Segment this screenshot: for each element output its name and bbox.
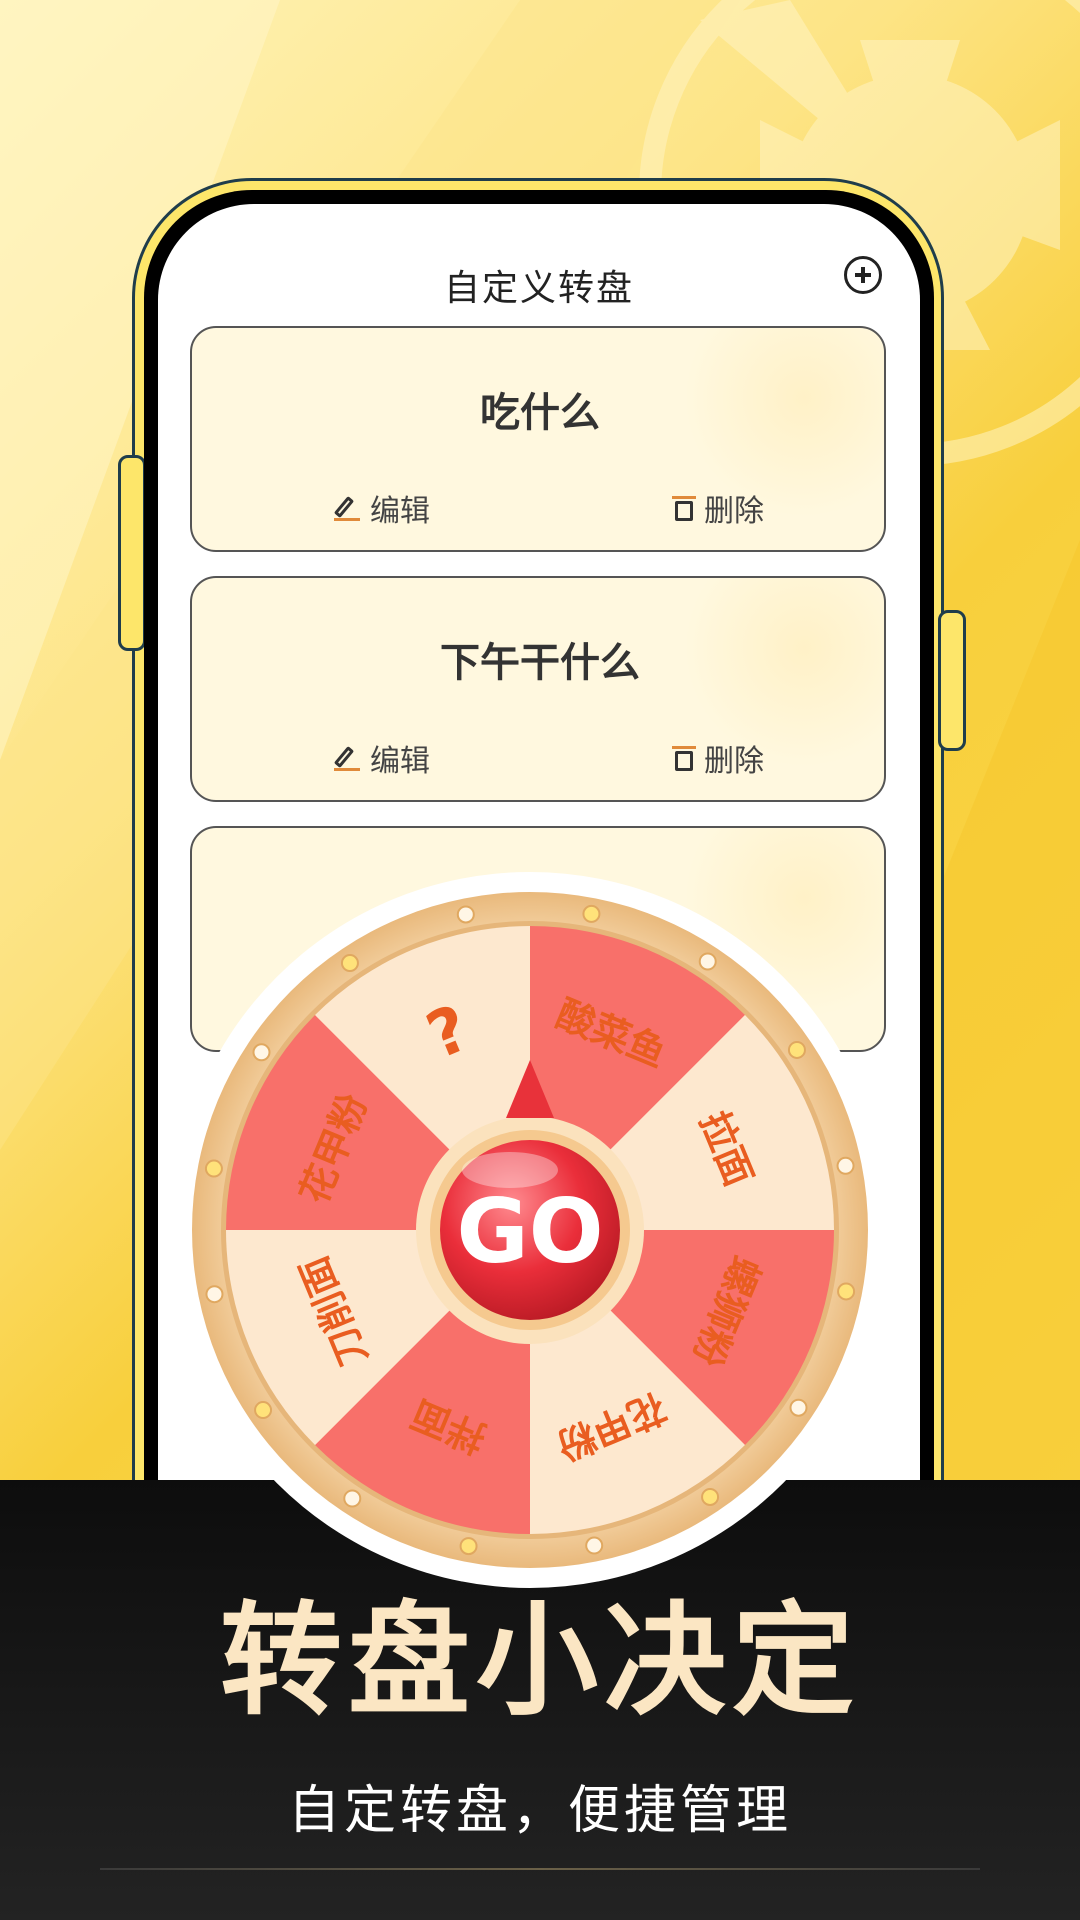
phone-side-button bbox=[118, 455, 146, 651]
card-title: 下午干什么 bbox=[440, 640, 640, 686]
wheel-light-dot bbox=[204, 1159, 223, 1178]
wheel-light-dot bbox=[459, 1537, 478, 1556]
wheel-light-dot bbox=[340, 954, 359, 973]
edit-icon bbox=[334, 744, 362, 772]
delete-label: 删除 bbox=[704, 744, 764, 779]
promo-subline: 自定转盘，便捷管理 bbox=[287, 1781, 792, 1841]
wheel-light-dot bbox=[252, 1043, 271, 1062]
wheel-light-dot bbox=[837, 1282, 856, 1301]
delete-button[interactable]: 删除 bbox=[672, 736, 764, 780]
delete-label: 删除 bbox=[704, 494, 764, 529]
edit-button[interactable]: 编辑 bbox=[334, 486, 430, 530]
spin-wheel[interactable]: 酸菜鱼拉面螺狮粉花甲粉拌面刀削面花甲粉? GO bbox=[170, 870, 890, 1590]
wheel-light-dot bbox=[836, 1156, 855, 1175]
plus-circle-icon[interactable] bbox=[844, 256, 882, 294]
edit-icon bbox=[334, 494, 362, 522]
wheel-card[interactable]: 下午干什么 编辑 删除 bbox=[190, 576, 886, 802]
wheel-light-dot bbox=[343, 1489, 362, 1508]
edit-button[interactable]: 编辑 bbox=[334, 736, 430, 780]
promo-headline: 转盘小决定 bbox=[220, 1590, 860, 1732]
wheel-light-dot bbox=[254, 1401, 273, 1420]
page-title: 自定义转盘 bbox=[443, 268, 634, 309]
wheel-light-dot bbox=[787, 1040, 806, 1059]
wheel-light-dot bbox=[205, 1285, 224, 1304]
trash-icon bbox=[672, 494, 696, 522]
wheel-light-dot bbox=[698, 952, 717, 971]
divider bbox=[100, 1868, 980, 1870]
trash-icon bbox=[672, 744, 696, 772]
edit-label: 编辑 bbox=[370, 494, 430, 529]
edit-label: 编辑 bbox=[370, 744, 430, 779]
go-label: GO bbox=[456, 1180, 603, 1283]
phone-side-button bbox=[938, 610, 966, 751]
wheel-light-dot bbox=[789, 1398, 808, 1417]
wheel-light-dot bbox=[456, 905, 475, 924]
wheel-card[interactable]: 吃什么 编辑 删除 bbox=[190, 326, 886, 552]
wheel-light-dot bbox=[701, 1487, 720, 1506]
wheel-light-dot bbox=[585, 1536, 604, 1555]
card-title: 吃什么 bbox=[480, 390, 600, 436]
delete-button[interactable]: 删除 bbox=[672, 486, 764, 530]
wheel-light-dot bbox=[582, 904, 601, 923]
